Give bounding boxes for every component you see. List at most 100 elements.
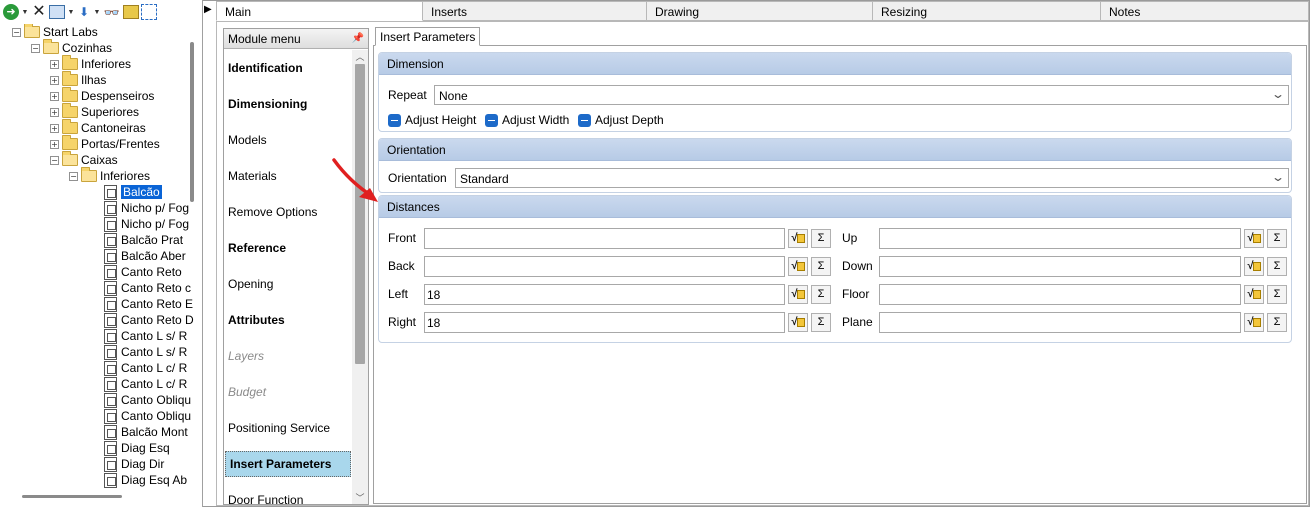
move-down-icon[interactable]: ⬇ — [77, 3, 91, 21]
group-icon[interactable] — [141, 4, 157, 20]
expand-icon[interactable]: + — [50, 123, 59, 133]
expand-icon[interactable]: + — [50, 75, 59, 85]
delete-icon[interactable]: ✕ — [31, 3, 47, 21]
tree-item-node[interactable]: Canto L c/ R — [104, 360, 187, 376]
pin-icon[interactable]: 📌 — [352, 33, 364, 44]
module-menu-item[interactable]: Models — [224, 122, 352, 158]
adjust-depth-checkbox[interactable]: Adjust Depth — [578, 113, 664, 127]
tree-vertical-scrollbar[interactable] — [190, 42, 194, 202]
collapse-icon[interactable]: − — [31, 43, 40, 53]
tree-item-node[interactable]: Nicho p/ Fog — [104, 216, 189, 232]
orientation-select[interactable]: Standard ⌄ — [455, 168, 1289, 188]
formula-editor-icon[interactable]: √ — [788, 257, 808, 276]
repeat-select[interactable]: None ⌄ — [434, 85, 1289, 105]
find-icon[interactable]: 👓 — [103, 3, 121, 21]
module-menu-item[interactable]: Insert Parameters — [225, 451, 351, 477]
sum-icon[interactable]: Σ — [1267, 257, 1287, 276]
module-menu-item[interactable]: Dimensioning — [224, 86, 352, 122]
tree-item-node[interactable]: Canto Obliqu — [104, 408, 191, 424]
sum-icon[interactable]: Σ — [1267, 229, 1287, 248]
tab-notes[interactable]: Notes — [1101, 1, 1309, 21]
tree-item-node[interactable]: Canto L c/ R — [104, 376, 187, 392]
tree-item-node[interactable]: Canto Reto — [104, 264, 182, 280]
scroll-down-icon[interactable]: ﹀ — [352, 491, 368, 504]
module-menu-item[interactable]: Identification — [224, 50, 352, 86]
tree-item-node[interactable]: Canto Reto E — [104, 296, 193, 312]
dropdown-icon[interactable]: ▼ — [93, 3, 101, 21]
tree-item-node[interactable]: Balcão Mont — [104, 424, 188, 440]
expand-icon[interactable]: + — [50, 91, 59, 101]
tree-item-node[interactable]: Balcão Aber — [104, 248, 186, 264]
distance-up-input[interactable] — [879, 228, 1241, 249]
go-icon[interactable]: ➜ — [3, 4, 19, 20]
formula-editor-icon[interactable]: √ — [1244, 313, 1264, 332]
sum-icon[interactable]: Σ — [811, 257, 831, 276]
distance-back-input[interactable] — [424, 256, 785, 277]
tree-item-node[interactable]: Balcão Prat — [104, 232, 183, 248]
distance-front-input[interactable] — [424, 228, 785, 249]
sum-icon[interactable]: Σ — [811, 229, 831, 248]
adjust-width-checkbox[interactable]: Adjust Width — [485, 113, 569, 127]
tree-horizontal-scrollbar[interactable] — [22, 495, 122, 498]
tree-folder-node[interactable]: + Despenseiros — [50, 87, 154, 104]
tree-folder-node[interactable]: − Start Labs — [12, 24, 98, 40]
formula-editor-icon[interactable]: √ — [788, 229, 808, 248]
tab-insert-parameters[interactable]: Insert Parameters — [375, 27, 481, 46]
refresh-icon[interactable] — [123, 5, 139, 19]
sum-icon[interactable]: Σ — [811, 285, 831, 304]
tree-folder-node[interactable]: − Cozinhas — [31, 39, 112, 56]
expand-icon[interactable]: + — [50, 59, 59, 69]
formula-editor-icon[interactable]: √ — [788, 285, 808, 304]
copy-icon[interactable] — [49, 5, 65, 19]
tree-item-node[interactable]: Canto Reto c — [104, 280, 191, 296]
collapse-icon[interactable]: − — [50, 155, 59, 165]
sum-icon[interactable]: Σ — [1267, 313, 1287, 332]
module-menu-scrollbar[interactable]: ︿ ﹀ — [352, 50, 368, 504]
tree-item-node[interactable]: Diag Esq — [104, 440, 170, 456]
sum-icon[interactable]: Σ — [1267, 285, 1287, 304]
collapse-icon[interactable]: − — [12, 27, 21, 37]
formula-editor-icon[interactable]: √ — [1244, 257, 1264, 276]
module-menu-item[interactable]: Reference — [224, 230, 352, 266]
tab-inserts[interactable]: Inserts — [423, 1, 647, 21]
tree-folder-node[interactable]: + Cantoneiras — [50, 119, 146, 136]
formula-editor-icon[interactable]: √ — [788, 313, 808, 332]
tree-item-node[interactable]: Canto Obliqu — [104, 392, 191, 408]
tab-drawing[interactable]: Drawing — [647, 1, 873, 21]
expand-icon[interactable]: + — [50, 139, 59, 149]
dropdown-icon[interactable]: ▼ — [67, 3, 75, 21]
distance-left-input[interactable]: 18 — [424, 284, 785, 305]
sum-icon[interactable]: Σ — [811, 313, 831, 332]
tab-main[interactable]: Main — [216, 1, 423, 21]
distance-right-input[interactable]: 18 — [424, 312, 785, 333]
distance-down-input[interactable] — [879, 256, 1241, 277]
adjust-height-checkbox[interactable]: Adjust Height — [388, 113, 476, 127]
tree-folder-node[interactable]: + Ilhas — [50, 71, 106, 88]
tree-item-node[interactable]: Canto L s/ R — [104, 328, 187, 344]
tree-folder-node[interactable]: + Portas/Frentes — [50, 135, 160, 152]
scroll-up-icon[interactable]: ︿ — [352, 50, 368, 64]
tree-item-node[interactable]: Canto Reto D — [104, 312, 194, 328]
module-menu-item[interactable]: Opening — [224, 266, 352, 302]
tree-item-node[interactable]: Diag Esq Ab — [104, 472, 187, 488]
formula-editor-icon[interactable]: √ — [1244, 229, 1264, 248]
distance-plane-input[interactable] — [879, 312, 1241, 333]
tree-item-node[interactable]: Nicho p/ Fog — [104, 200, 189, 216]
tree-item-node[interactable]: Diag Dir — [104, 456, 164, 472]
module-menu-item[interactable]: Attributes — [224, 302, 352, 338]
module-menu-item[interactable]: Door Function — [224, 482, 352, 504]
tree-folder-node[interactable]: − Inferiores — [69, 167, 150, 184]
expand-icon[interactable]: + — [50, 107, 59, 117]
distance-floor-input[interactable] — [879, 284, 1241, 305]
tab-resizing[interactable]: Resizing — [873, 1, 1101, 21]
formula-editor-icon[interactable]: √ — [1244, 285, 1264, 304]
tree-folder-node[interactable]: + Superiores — [50, 103, 139, 120]
collapse-icon[interactable]: − — [69, 171, 78, 181]
tree-item-node[interactable]: Balcão — [104, 184, 162, 200]
dropdown-icon[interactable]: ▼ — [21, 3, 29, 21]
module-menu-item[interactable]: Positioning Service — [224, 410, 352, 446]
tree-folder-node[interactable]: − Caixas — [50, 151, 118, 168]
tree-item-node[interactable]: Canto L s/ R — [104, 344, 187, 360]
collapse-panel-icon[interactable]: ▶ — [204, 4, 214, 15]
tree-folder-node[interactable]: + Inferiores — [50, 55, 131, 72]
